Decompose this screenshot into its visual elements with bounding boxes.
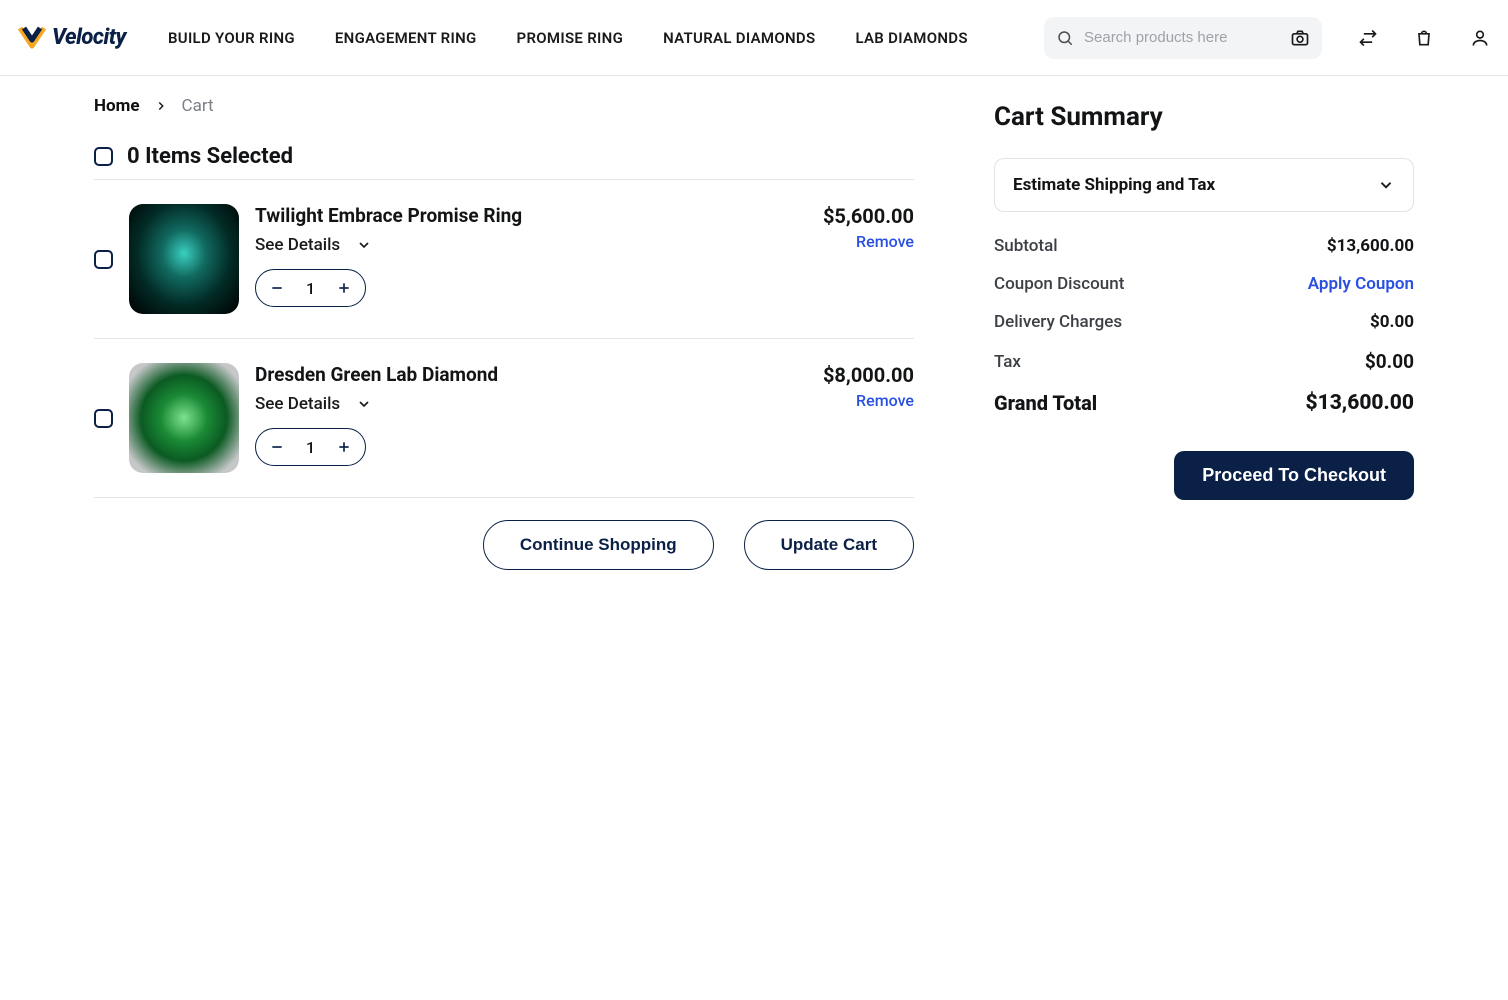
product-image[interactable]	[129, 363, 239, 473]
cart-actions-row: Continue Shopping Update Cart	[94, 520, 914, 570]
decrease-qty-button[interactable]	[266, 277, 288, 299]
cart-item: Dresden Green Lab Diamond See Details 1	[94, 339, 914, 498]
nav-lab-diamonds[interactable]: LAB DIAMONDS	[855, 29, 967, 47]
summary-subtotal-row: Subtotal $13,600.00	[994, 236, 1414, 256]
nav-engagement-ring[interactable]: ENGAGEMENT RING	[335, 29, 477, 47]
estimate-shipping-label: Estimate Shipping and Tax	[1013, 175, 1215, 195]
item-checkbox[interactable]	[94, 409, 113, 428]
quantity-value: 1	[306, 279, 315, 298]
nav-build-your-ring[interactable]: BUILD YOUR RING	[168, 29, 295, 47]
main-nav: BUILD YOUR RING ENGAGEMENT RING PROMISE …	[168, 29, 968, 47]
increase-qty-button[interactable]	[333, 436, 355, 458]
see-details-toggle[interactable]: See Details	[255, 235, 768, 255]
continue-shopping-button[interactable]: Continue Shopping	[483, 520, 714, 570]
tax-label: Tax	[994, 352, 1021, 372]
summary-grand-total-row: Grand Total $13,600.00	[994, 391, 1414, 415]
search-icon	[1056, 29, 1074, 47]
see-details-label: See Details	[255, 394, 340, 414]
item-price: $8,000.00	[823, 363, 914, 387]
shopping-bag-icon[interactable]	[1414, 28, 1434, 48]
remove-item-link[interactable]: Remove	[856, 232, 914, 251]
summary-coupon-row: Coupon Discount Apply Coupon	[994, 274, 1414, 294]
summary-delivery-row: Delivery Charges $0.00	[994, 312, 1414, 332]
nav-promise-ring[interactable]: PROMISE RING	[517, 29, 624, 47]
product-image[interactable]	[129, 204, 239, 314]
breadcrumb-home[interactable]: Home	[94, 96, 140, 116]
summary-title: Cart Summary	[994, 102, 1414, 132]
chevron-down-icon	[356, 396, 372, 412]
subtotal-label: Subtotal	[994, 236, 1058, 256]
item-price: $5,600.00	[823, 204, 914, 228]
breadcrumb: Home Cart	[94, 96, 914, 116]
delivery-label: Delivery Charges	[994, 312, 1122, 332]
chevron-right-icon	[154, 99, 168, 113]
cart-summary-panel: Cart Summary Estimate Shipping and Tax S…	[994, 96, 1414, 570]
logo-mark-icon	[18, 26, 46, 50]
update-cart-button[interactable]: Update Cart	[744, 520, 914, 570]
product-title[interactable]: Dresden Green Lab Diamond	[255, 363, 768, 386]
brand-name: Velocity	[52, 25, 126, 50]
delivery-value: $0.00	[1370, 312, 1414, 332]
grand-total-label: Grand Total	[994, 391, 1097, 415]
camera-icon[interactable]	[1290, 28, 1310, 48]
see-details-toggle[interactable]: See Details	[255, 394, 768, 414]
site-header: Velocity BUILD YOUR RING ENGAGEMENT RING…	[0, 0, 1508, 76]
quantity-stepper: 1	[255, 428, 366, 466]
select-all-checkbox[interactable]	[94, 147, 113, 166]
product-title[interactable]: Twilight Embrace Promise Ring	[255, 204, 768, 227]
summary-tax-row: Tax $0.00	[994, 350, 1414, 373]
item-checkbox[interactable]	[94, 250, 113, 269]
decrease-qty-button[interactable]	[266, 436, 288, 458]
page-body: Home Cart 0 Items Selected Twilight Embr…	[0, 76, 1508, 570]
chevron-down-icon	[1377, 176, 1395, 194]
tax-value: $0.00	[1365, 350, 1414, 373]
select-all-row: 0 Items Selected	[94, 144, 914, 180]
items-selected-label: 0 Items Selected	[127, 144, 293, 169]
proceed-to-checkout-button[interactable]: Proceed To Checkout	[1174, 451, 1414, 500]
see-details-label: See Details	[255, 235, 340, 255]
estimate-shipping-toggle[interactable]: Estimate Shipping and Tax	[994, 158, 1414, 212]
increase-qty-button[interactable]	[333, 277, 355, 299]
user-icon[interactable]	[1470, 28, 1490, 48]
compare-icon[interactable]	[1358, 28, 1378, 48]
cart-item: Twilight Embrace Promise Ring See Detail…	[94, 180, 914, 339]
subtotal-value: $13,600.00	[1327, 236, 1414, 256]
coupon-label: Coupon Discount	[994, 274, 1124, 294]
search-input[interactable]	[1084, 29, 1290, 46]
remove-item-link[interactable]: Remove	[856, 391, 914, 410]
cart-left-column: Home Cart 0 Items Selected Twilight Embr…	[94, 96, 914, 570]
apply-coupon-link[interactable]: Apply Coupon	[1308, 274, 1414, 294]
search-box[interactable]	[1044, 17, 1322, 59]
nav-natural-diamonds[interactable]: NATURAL DIAMONDS	[663, 29, 815, 47]
brand-logo[interactable]: Velocity	[18, 25, 126, 50]
chevron-down-icon	[356, 237, 372, 253]
quantity-value: 1	[306, 438, 315, 457]
grand-total-value: $13,600.00	[1305, 391, 1414, 415]
breadcrumb-cart: Cart	[182, 96, 214, 116]
quantity-stepper: 1	[255, 269, 366, 307]
header-right	[1044, 17, 1490, 59]
